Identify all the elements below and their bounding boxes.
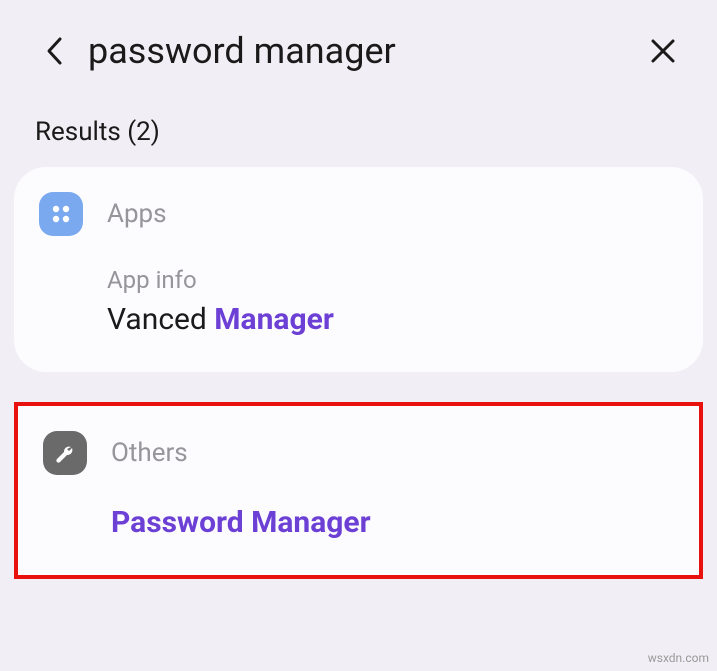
others-category-row: Others	[43, 431, 674, 475]
results-count-label: Results (2)	[0, 102, 717, 167]
apps-result-prefix: Vanced	[107, 302, 214, 337]
apps-result-item[interactable]: App info Vanced Manager	[39, 266, 678, 337]
apps-card: Apps App info Vanced Manager	[14, 167, 703, 372]
others-result-title: Password Manager	[111, 505, 674, 540]
apps-category-row: Apps	[39, 192, 678, 236]
apps-result-title: Vanced Manager	[107, 302, 678, 337]
back-icon[interactable]	[40, 37, 68, 65]
apps-result-highlight: Manager	[214, 302, 334, 337]
apps-category-label: Apps	[107, 199, 167, 229]
close-icon[interactable]	[649, 37, 677, 65]
apps-icon	[39, 192, 83, 236]
wrench-icon	[43, 431, 87, 475]
watermark: wsxdn.com	[648, 651, 709, 665]
search-header: password manager	[0, 0, 717, 102]
others-card: Others Password Manager	[14, 402, 703, 579]
others-category-label: Others	[111, 438, 188, 468]
search-input[interactable]: password manager	[88, 30, 649, 72]
apps-result-subtitle: App info	[107, 266, 678, 294]
others-result-item[interactable]: Password Manager	[43, 505, 674, 540]
